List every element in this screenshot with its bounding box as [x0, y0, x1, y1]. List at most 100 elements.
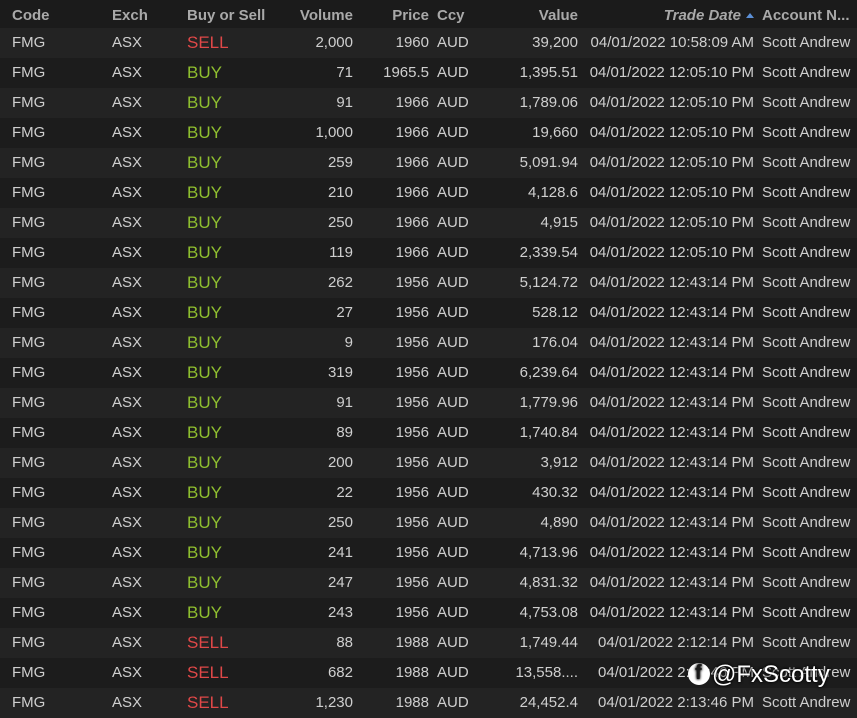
cell-account: Scott Andrew — [762, 34, 851, 51]
table-row[interactable]: FMG ASX BUY 9 1956 AUD 176.04 04/01/2022 12:43:… — [0, 328, 857, 358]
table-row[interactable]: FMG ASX BUY 27 1956 AUD 528.12 04/01/2022 12:43… — [0, 298, 857, 328]
cell-price: 1988 — [395, 694, 429, 711]
cell-exch: ASX — [112, 64, 143, 81]
cell-trade-date: 04/01/2022 12:43:14 PM — [589, 514, 754, 531]
sort-ascending-icon[interactable] — [746, 13, 754, 18]
cell-volume: 247 — [327, 574, 353, 591]
cell-trade-date: 04/01/2022 12:43:14 PM — [589, 364, 754, 381]
table-row[interactable]: FMG ASX BUY 250 1956 AUD 4,890 04/01/2022 12:43… — [0, 508, 857, 538]
cell-exch: ASX — [112, 94, 143, 111]
cell-price: 1956 — [395, 544, 429, 561]
cell-exch: ASX — [112, 604, 143, 621]
cell-price: 1956 — [395, 514, 429, 531]
cell-exch: ASX — [112, 34, 143, 51]
cell-code: FMG — [12, 664, 46, 681]
table-row[interactable]: FMG ASX BUY 200 1956 AUD 3,912 04/01/2022 12:43… — [0, 448, 857, 478]
table-row[interactable]: FMG ASX BUY 262 1956 AUD 5,124.72 04/01/2022 12… — [0, 268, 857, 298]
cell-buy-or-sell: BUY — [187, 543, 222, 562]
table-row[interactable]: FMG ASX BUY 22 1956 AUD 430.32 04/01/2022 12:43… — [0, 478, 857, 508]
cell-buy-or-sell: BUY — [187, 333, 222, 352]
table-row[interactable]: FMG ASX BUY 91 1956 AUD 1,779.96 04/01/2022 12:… — [0, 388, 857, 418]
cell-value: 6,239.64 — [519, 364, 578, 381]
table-row[interactable]: FMG ASX SELL 88 1988 AUD 1,749.44 04/01/2022 2:… — [0, 628, 857, 658]
cell-buy-or-sell: BUY — [187, 273, 222, 292]
cell-account: Scott Andrew — [762, 364, 851, 381]
cell-volume: 22 — [336, 484, 353, 501]
cell-exch: ASX — [112, 334, 143, 351]
cell-account: Scott Andrew — [762, 94, 851, 111]
table-row[interactable]: FMG ASX BUY 91 1966 AUD 1,789.06 04/01/2022 12:… — [0, 88, 857, 118]
cell-account: Scott Andrew — [762, 244, 851, 261]
table-row[interactable]: FMG ASX BUY 319 1956 AUD 6,239.64 04/01/2022 12… — [0, 358, 857, 388]
table-row[interactable]: FMG ASX SELL 1,230 1988 AUD 24,452.4 04/01/2022… — [0, 688, 857, 718]
cell-volume: 259 — [327, 154, 353, 171]
cell-ccy: AUD — [437, 664, 469, 681]
cell-trade-date: 04/01/2022 2:13:46 PM — [598, 694, 754, 711]
cell-code: FMG — [12, 424, 46, 441]
table-row[interactable]: FMG ASX BUY 250 1966 AUD 4,915 04/01/2022 12:05… — [0, 208, 857, 238]
table-row[interactable]: FMG ASX BUY 241 1956 AUD 4,713.96 04/01/2022 12… — [0, 538, 857, 568]
cell-value: 24,452.4 — [519, 694, 578, 711]
cell-code: FMG — [12, 394, 46, 411]
cell-volume: 241 — [327, 544, 353, 561]
cell-price: 1988 — [395, 664, 429, 681]
table-body: FMG ASX SELL 2,000 1960 AUD 39,200 04/01/2022 1… — [0, 28, 857, 718]
cell-value: 4,753.08 — [519, 604, 578, 621]
cell-code: FMG — [12, 64, 46, 81]
table-row[interactable]: FMG ASX BUY 259 1966 AUD 5,091.94 04/01/2022 12… — [0, 148, 857, 178]
cell-buy-or-sell: BUY — [187, 123, 222, 142]
cell-buy-or-sell: BUY — [187, 213, 222, 232]
cell-trade-date: 04/01/2022 2:12:14 PM — [598, 634, 754, 651]
table-row[interactable]: FMG ASX BUY 89 1956 AUD 1,740.84 04/01/2022 12:… — [0, 418, 857, 448]
cell-exch: ASX — [112, 364, 143, 381]
cell-code: FMG — [12, 574, 46, 591]
cell-code: FMG — [12, 544, 46, 561]
watermark-text: @FxScotty — [712, 661, 830, 688]
cell-price: 1956 — [395, 484, 429, 501]
cell-ccy: AUD — [437, 574, 469, 591]
table-row[interactable]: FMG ASX BUY 119 1966 AUD 2,339.54 04/01/2022 12… — [0, 238, 857, 268]
table-row[interactable]: FMG ASX BUY 1,000 1966 AUD 19,660 04/01/2022 12… — [0, 118, 857, 148]
cell-price: 1966 — [395, 214, 429, 231]
cell-value: 4,713.96 — [519, 544, 578, 561]
cell-account: Scott Andrew — [762, 394, 851, 411]
cell-buy-or-sell: BUY — [187, 573, 222, 592]
cell-trade-date: 04/01/2022 12:05:10 PM — [589, 184, 754, 201]
cell-trade-date: 04/01/2022 12:05:10 PM — [589, 154, 754, 171]
cell-code: FMG — [12, 484, 46, 501]
cell-buy-or-sell: BUY — [187, 183, 222, 202]
cell-volume: 119 — [329, 244, 353, 261]
table-row[interactable]: FMG ASX BUY 247 1956 AUD 4,831.32 04/01/2022 12… — [0, 568, 857, 598]
cell-value: 528.12 — [532, 304, 578, 321]
cell-code: FMG — [12, 214, 46, 231]
table-row[interactable]: FMG ASX BUY 243 1956 AUD 4,753.08 04/01/2022 12… — [0, 598, 857, 628]
cell-price: 1966 — [395, 154, 429, 171]
cell-value: 39,200 — [532, 34, 578, 51]
cell-ccy: AUD — [437, 124, 469, 141]
cell-trade-date: 04/01/2022 12:43:14 PM — [589, 304, 754, 321]
cell-volume: 27 — [336, 304, 353, 321]
cell-volume: 262 — [327, 274, 353, 291]
cell-account: Scott Andrew — [762, 334, 851, 351]
cell-trade-date: 04/01/2022 12:05:10 PM — [589, 124, 754, 141]
cell-buy-or-sell: BUY — [187, 483, 222, 502]
cell-code: FMG — [12, 334, 46, 351]
cell-value: 1,779.96 — [519, 394, 578, 411]
cell-code: FMG — [12, 604, 46, 621]
cell-buy-or-sell: SELL — [187, 633, 229, 652]
table-row[interactable]: FMG ASX BUY 210 1966 AUD 4,128.6 04/01/2022 12:… — [0, 178, 857, 208]
cell-volume: 91 — [336, 394, 353, 411]
cell-code: FMG — [12, 244, 46, 261]
cell-ccy: AUD — [437, 694, 469, 711]
cell-value: 1,789.06 — [519, 94, 578, 111]
table-row[interactable]: FMG ASX BUY 71 1965.5 AUD 1,395.51 04/01/2022 1… — [0, 58, 857, 88]
cell-account: Scott Andrew — [762, 484, 851, 501]
cell-value: 4,915 — [540, 214, 578, 231]
cell-volume: 319 — [327, 364, 353, 381]
cell-account: Scott Andrew — [762, 214, 851, 231]
cell-exch: ASX — [112, 154, 143, 171]
table-row[interactable]: FMG ASX SELL 2,000 1960 AUD 39,200 04/01/2022 1… — [0, 28, 857, 58]
cell-trade-date: 04/01/2022 12:43:14 PM — [589, 274, 754, 291]
cell-volume: 682 — [327, 664, 353, 681]
cell-volume: 88 — [336, 634, 353, 651]
